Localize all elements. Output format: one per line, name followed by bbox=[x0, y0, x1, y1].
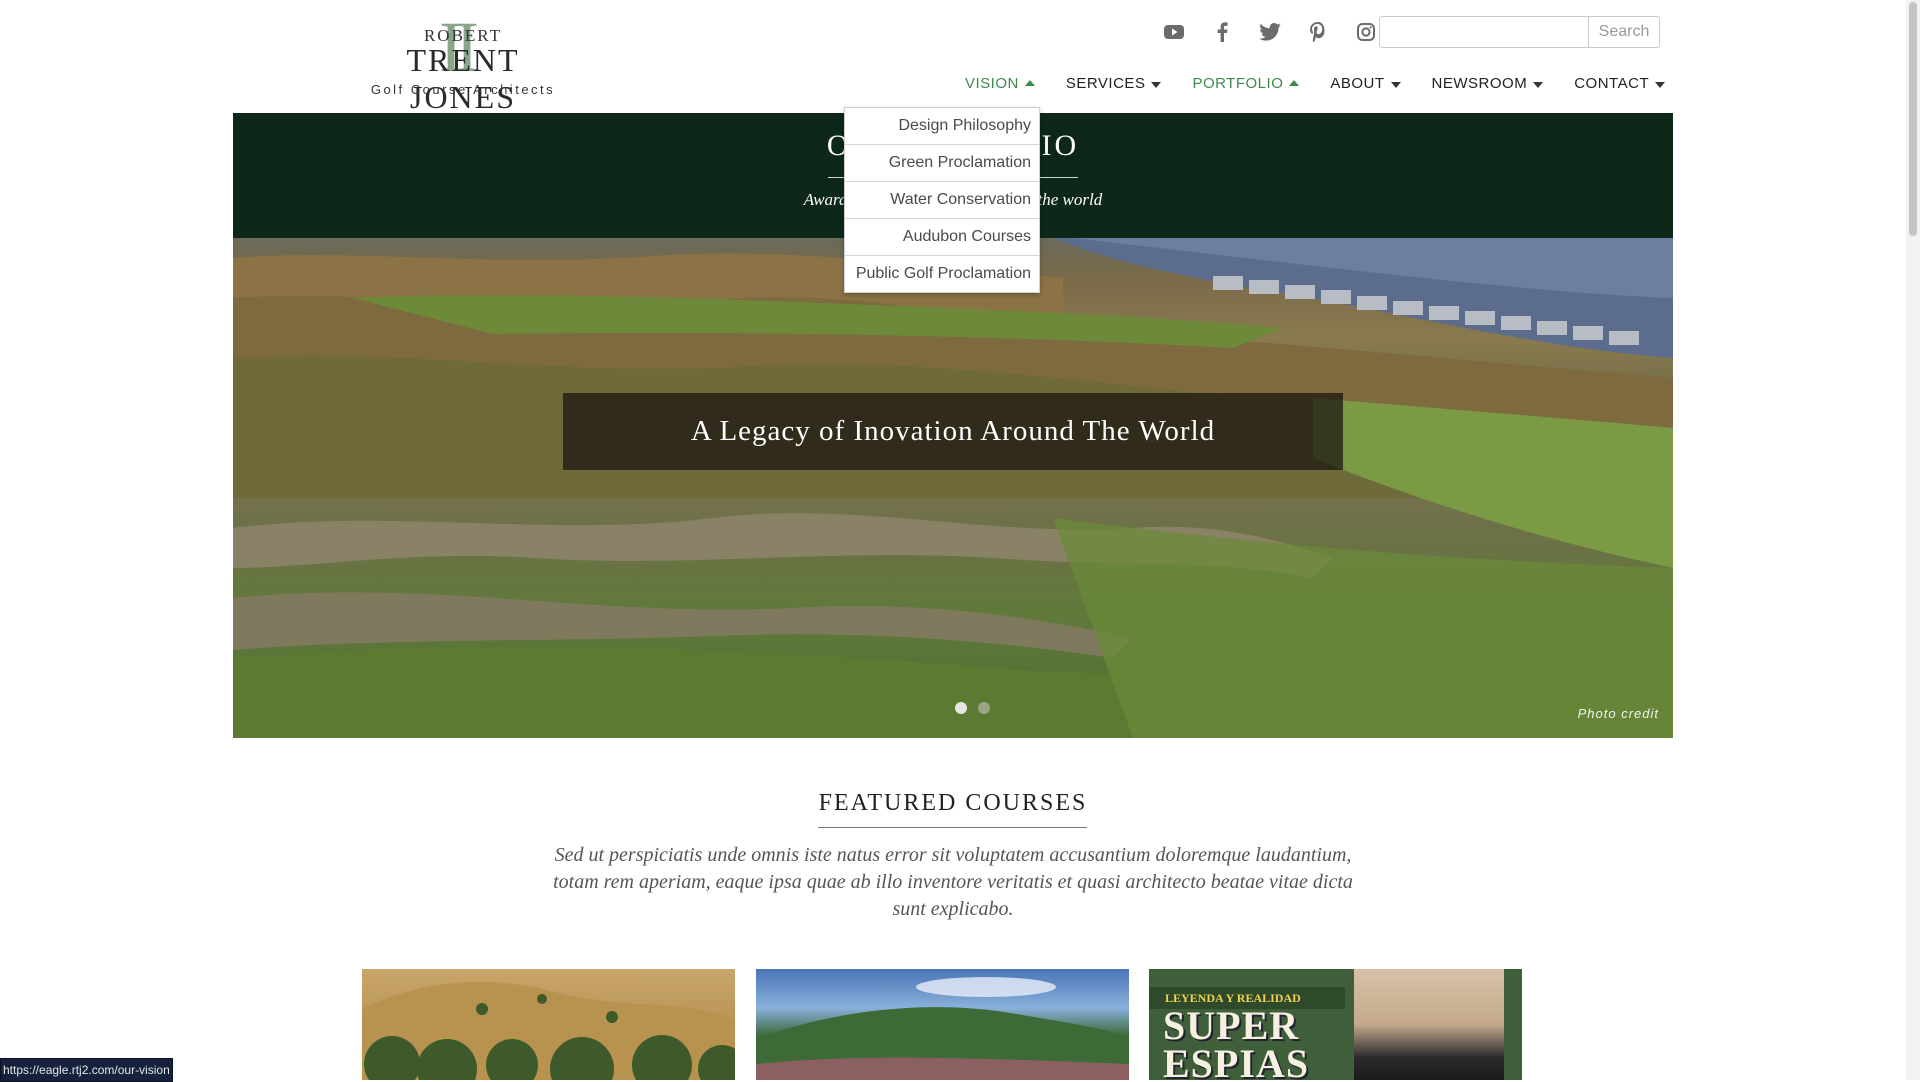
card-image bbox=[756, 977, 1129, 1080]
hero-caption: A Legacy of Inovation Around The World bbox=[563, 393, 1343, 470]
nav-item-portfolio[interactable]: PORTFOLIO bbox=[1192, 72, 1300, 94]
menu-item-design-philosophy[interactable]: Design Philosophy bbox=[845, 108, 1039, 145]
card-portrait bbox=[1354, 969, 1504, 1080]
hero-image bbox=[233, 238, 1673, 738]
slider-dot-2[interactable] bbox=[978, 702, 990, 714]
nav-label: VISION bbox=[965, 74, 1019, 92]
nav-label: NEWSROOM bbox=[1431, 74, 1528, 92]
nav-item-about[interactable]: ABOUT bbox=[1330, 72, 1401, 94]
page-scrollbar[interactable] bbox=[1906, 0, 1920, 1080]
featured-card-1[interactable] bbox=[362, 969, 735, 1080]
card-headline-line-1: SUPER bbox=[1163, 1003, 1300, 1048]
featured-divider bbox=[818, 827, 1087, 828]
search-input[interactable] bbox=[1380, 17, 1588, 45]
menu-item-green-proclamation[interactable]: Green Proclamation bbox=[845, 145, 1039, 182]
youtube-icon[interactable] bbox=[1150, 17, 1198, 47]
page-subtitle-left: Award bbox=[803, 190, 848, 209]
nav-label: ABOUT bbox=[1330, 74, 1385, 92]
slider-dot-1[interactable] bbox=[955, 702, 967, 714]
twitter-icon[interactable] bbox=[1246, 17, 1294, 47]
facebook-icon[interactable] bbox=[1198, 17, 1246, 47]
caret-down-icon bbox=[1151, 82, 1162, 88]
pinterest-icon[interactable] bbox=[1294, 17, 1342, 47]
caret-down-icon bbox=[1533, 82, 1544, 88]
logo-tagline: Golf Course Architects bbox=[370, 82, 556, 97]
featured-card-2[interactable] bbox=[756, 969, 1129, 1080]
menu-item-water-conservation[interactable]: Water Conservation bbox=[845, 182, 1039, 219]
nav-label: SERVICES bbox=[1065, 74, 1146, 92]
logo-line-name: TRENT JONES bbox=[406, 42, 520, 115]
search-button[interactable]: Search bbox=[1588, 17, 1659, 47]
page-title-right: IO bbox=[1041, 129, 1080, 162]
social-links bbox=[1150, 17, 1390, 47]
hero-slider: A Legacy of Inovation Around The World P… bbox=[233, 238, 1673, 738]
card-image bbox=[362, 982, 735, 1080]
card-headline-line-2: ESPIAS bbox=[1163, 1041, 1310, 1081]
nav-item-services[interactable]: SERVICES bbox=[1066, 72, 1162, 94]
nav-label: CONTACT bbox=[1574, 74, 1650, 92]
card-headline: SUPER ESPIAS bbox=[1163, 1003, 1310, 1081]
photo-credit[interactable]: Photo credit bbox=[1578, 706, 1659, 721]
page-subtitle-right: the world bbox=[1037, 190, 1103, 209]
status-bar-url: https://eagle.rtj2.com/our-vision bbox=[0, 1058, 173, 1082]
nav-item-vision[interactable]: VISION bbox=[965, 72, 1035, 94]
vision-dropdown-menu: Design Philosophy Green Proclamation Wat… bbox=[844, 107, 1040, 293]
scrollbar-thumb[interactable] bbox=[1909, 2, 1917, 236]
caret-up-icon bbox=[1289, 80, 1300, 86]
nav-item-newsroom[interactable]: NEWSROOM bbox=[1432, 72, 1544, 94]
site-logo[interactable]: II ROBERT TRENT JONES Golf Course Archit… bbox=[351, 11, 575, 115]
featured-title: FEATURED COURSES bbox=[818, 790, 1088, 816]
menu-item-audubon-courses[interactable]: Audubon Courses bbox=[845, 219, 1039, 256]
featured-intro: Sed ut perspiciatis unde omnis iste natu… bbox=[553, 844, 1353, 920]
slider-dots bbox=[955, 702, 990, 714]
featured-card-3[interactable]: LEYENDA Y REALIDAD SUPER ESPIAS bbox=[1149, 969, 1522, 1080]
nav-label: PORTFOLIO bbox=[1192, 74, 1284, 92]
caret-up-icon bbox=[1024, 80, 1035, 86]
caret-down-icon bbox=[1655, 82, 1666, 88]
main-nav: VISION SERVICES PORTFOLIO ABOUT NEWSROOM… bbox=[965, 72, 1696, 94]
nav-item-contact[interactable]: CONTACT bbox=[1574, 72, 1666, 94]
caret-down-icon bbox=[1390, 82, 1401, 88]
menu-item-public-golf-proclamation[interactable]: Public Golf Proclamation bbox=[845, 256, 1039, 292]
search-form: Search bbox=[1379, 16, 1660, 48]
